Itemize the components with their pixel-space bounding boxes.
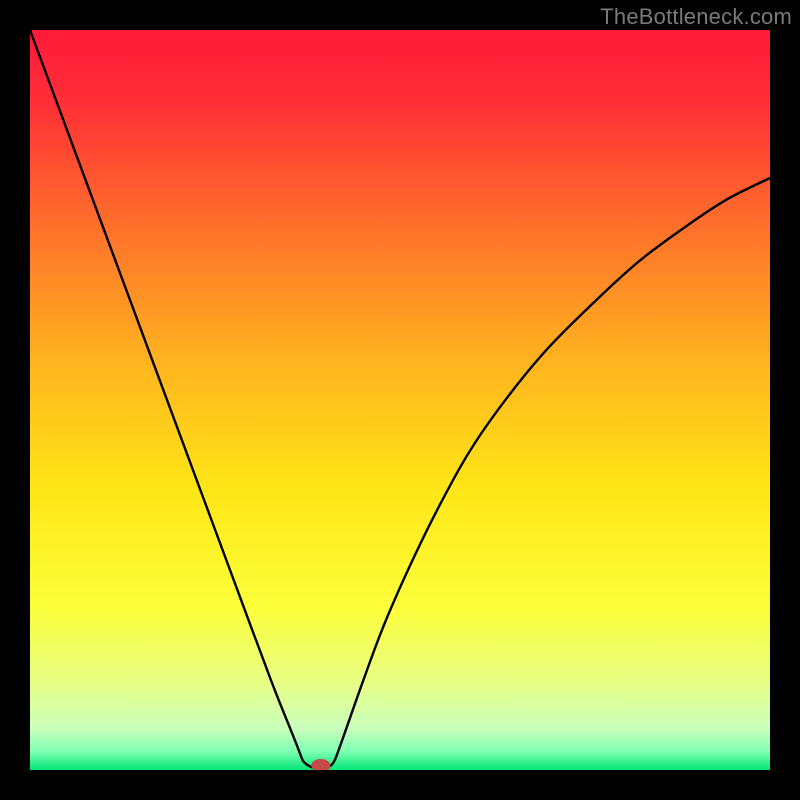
watermark-text: TheBottleneck.com: [600, 4, 792, 30]
gradient-background: [30, 30, 770, 770]
plot-area: [30, 30, 770, 770]
chart-svg: [30, 30, 770, 770]
chart-frame: TheBottleneck.com: [0, 0, 800, 800]
